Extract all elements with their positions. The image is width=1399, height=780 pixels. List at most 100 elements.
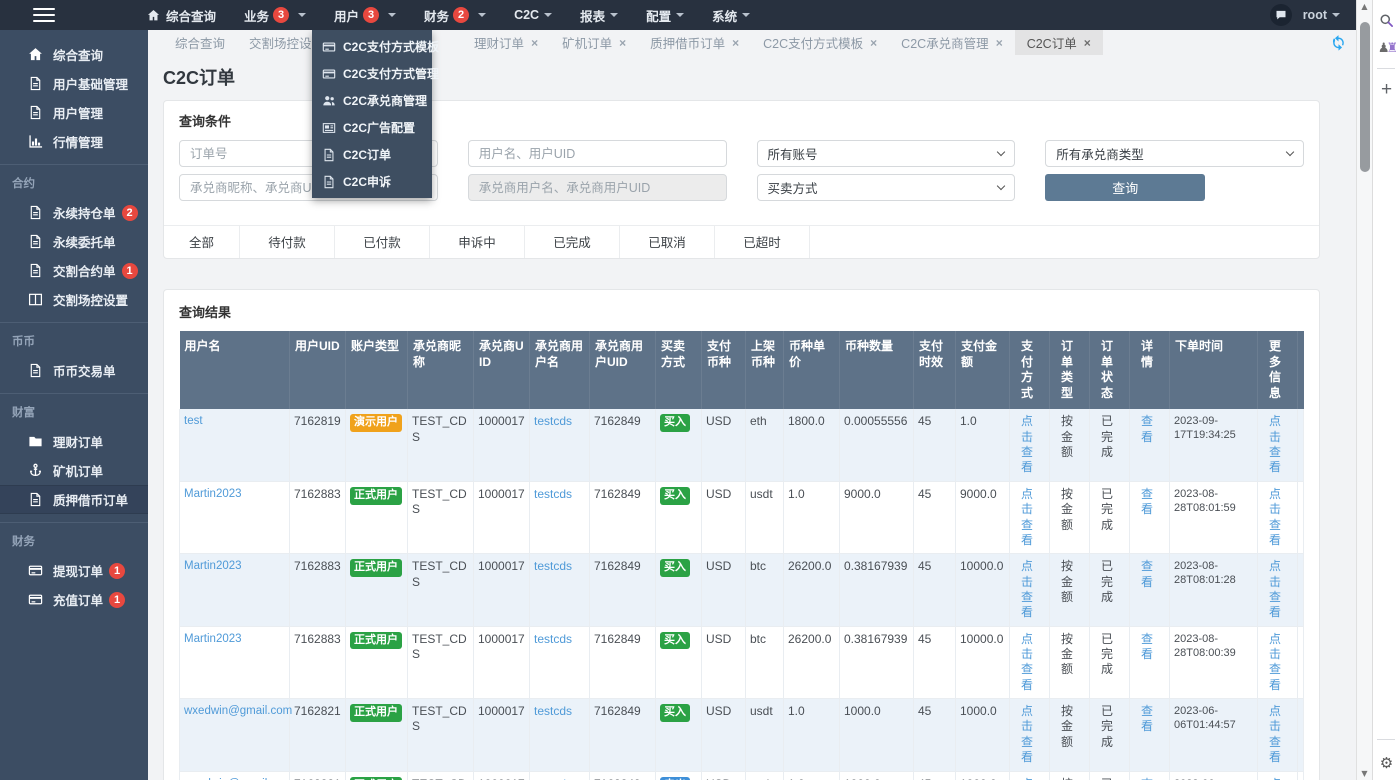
menu-toggle-icon[interactable]	[33, 4, 55, 26]
link-username[interactable]: test	[184, 415, 203, 427]
close-tab-icon[interactable]: ×	[1084, 37, 1091, 49]
link-pay_method[interactable]: 点击查看	[1021, 414, 1033, 474]
nav-item-reports[interactable]: 报表	[566, 0, 632, 30]
cell-unit_price: 1800.0	[783, 409, 840, 482]
link-detail[interactable]: 查看	[1141, 704, 1153, 733]
sidebar-item-pledge-loan-orders[interactable]: 质押借币订单	[0, 485, 148, 514]
search-button[interactable]: 查询	[1045, 174, 1206, 201]
status-tab-cancelled[interactable]: 已取消	[620, 226, 715, 258]
sidebar-item-delivery-control[interactable]: 交割场控设置	[0, 285, 148, 314]
menu-item-c2c-orders[interactable]: C2C订单	[312, 141, 432, 168]
status-tab-pending-payment[interactable]: 待付款	[240, 226, 335, 258]
link-username[interactable]: Martin2023	[184, 633, 242, 645]
link-more_info[interactable]: 点击查看	[1269, 559, 1281, 619]
sidebar-item-market-mgmt[interactable]: 行情管理	[0, 127, 148, 156]
nav-item-finance[interactable]: 财务 2	[410, 0, 500, 30]
link-more_info[interactable]: 点击查看	[1269, 632, 1281, 692]
sidebar-item-overview[interactable]: 综合查询	[0, 40, 148, 69]
sidebar-item-perpetual-positions[interactable]: 永续持仓单 2	[0, 198, 148, 227]
sidebar-item-deposit-orders[interactable]: 充值订单 1	[0, 585, 148, 614]
gear-icon[interactable]: ⚙	[1373, 754, 1399, 772]
close-tab-icon[interactable]: ×	[732, 37, 739, 49]
user-input[interactable]	[467, 140, 727, 167]
link-detail[interactable]: 查看	[1141, 777, 1153, 780]
link-detail[interactable]: 查看	[1141, 487, 1153, 516]
link-detail[interactable]: 查看	[1141, 559, 1153, 588]
link-pay_method[interactable]: 点击查看	[1021, 559, 1033, 619]
link-more_info[interactable]: 点击查看	[1269, 777, 1281, 780]
menu-item-c2c-merchant-mgmt[interactable]: C2C承兑商管理	[312, 87, 432, 114]
nav-item-business[interactable]: 业务 3	[230, 0, 320, 30]
link-pay_method[interactable]: 点击查看	[1021, 632, 1033, 692]
tab-c2c-payment-template[interactable]: C2C支付方式模板 ×	[751, 30, 889, 55]
user-menu[interactable]: root	[1303, 8, 1340, 22]
nav-item-system[interactable]: 系统	[698, 0, 764, 30]
nav-item-overview[interactable]: 综合查询	[133, 0, 230, 30]
add-icon[interactable]: +	[1373, 75, 1399, 103]
link-username[interactable]: wxedwin@gmail.com	[184, 705, 292, 717]
scrollbar[interactable]: ▲ ▼	[1356, 0, 1372, 780]
scrollbar-thumb[interactable]	[1360, 22, 1370, 172]
link-detail[interactable]: 查看	[1141, 632, 1153, 661]
link-merchant_username[interactable]: testcds	[534, 414, 572, 428]
menu-item-c2c-payment-mgmt[interactable]: C2C支付方式管理	[312, 60, 439, 87]
sidebar-item-user-mgmt[interactable]: 用户管理	[0, 98, 148, 127]
link-pay_method[interactable]: 点击查看	[1021, 704, 1033, 764]
side-select[interactable]: 买卖方式	[756, 174, 1016, 201]
menu-item-c2c-appeal[interactable]: C2C申诉	[312, 168, 432, 195]
link-merchant_username[interactable]: testcds	[534, 559, 572, 573]
link-username[interactable]: Martin2023	[184, 560, 242, 572]
link-merchant_username[interactable]: testcds	[534, 487, 572, 501]
sidebar-item-withdraw-orders[interactable]: 提现订单 1	[0, 556, 148, 585]
account-select[interactable]: 所有账号	[756, 140, 1016, 167]
scroll-down-icon[interactable]: ▼	[1357, 769, 1372, 778]
tab-c2c-orders[interactable]: C2C订单 ×	[1014, 30, 1103, 55]
table-row: wxedwin@gmail.com7162821正式用户TEST_CDS1000…	[179, 698, 1304, 772]
sidebar-item-wealth-orders[interactable]: 理财订单	[0, 427, 148, 456]
scroll-up-icon[interactable]: ▲	[1357, 2, 1372, 11]
link-merchant_username[interactable]: testcds	[534, 704, 572, 718]
file-icon	[322, 175, 336, 189]
search-icon[interactable]	[1373, 6, 1399, 34]
status-tab-appealing[interactable]: 申诉中	[430, 226, 525, 258]
tab-wealth-orders[interactable]: 理财订单 ×	[462, 30, 550, 55]
refresh-icon[interactable]	[1330, 34, 1347, 51]
chess-extension-icon[interactable]: ♟♜	[1373, 34, 1399, 62]
menu-item-c2c-payment-template[interactable]: C2C支付方式模板	[312, 33, 439, 60]
sidebar-item-miner-orders[interactable]: 矿机订单	[0, 456, 148, 485]
messages-icon[interactable]	[1269, 4, 1292, 26]
link-more_info[interactable]: 点击查看	[1269, 414, 1281, 474]
close-tab-icon[interactable]: ×	[531, 37, 538, 49]
status-tab-timeout[interactable]: 已超时	[715, 226, 810, 258]
link-username[interactable]: Martin2023	[184, 488, 242, 500]
link-more_info[interactable]: 点击查看	[1269, 487, 1281, 547]
link-detail[interactable]: 查看	[1141, 414, 1153, 443]
close-tab-icon[interactable]: ×	[996, 37, 1003, 49]
sidebar-item-perpetual-orders[interactable]: 永续委托单	[0, 227, 148, 256]
tab-miner-orders[interactable]: 矿机订单 ×	[550, 30, 638, 55]
nav-item-config[interactable]: 配置	[632, 0, 698, 30]
link-pay_method[interactable]: 点击查看	[1021, 777, 1033, 780]
sidebar-item-delivery-contracts[interactable]: 交割合约单 1	[0, 256, 148, 285]
close-tab-icon[interactable]: ×	[870, 37, 877, 49]
tab-pledge-loan-orders[interactable]: 质押借币订单 ×	[638, 30, 751, 55]
status-tab-all[interactable]: 全部	[164, 226, 240, 258]
menu-item-c2c-ad-config[interactable]: C2C广告配置	[312, 114, 432, 141]
merchant-user-input[interactable]	[467, 174, 727, 201]
nav-item-c2c[interactable]: C2C	[500, 0, 566, 30]
close-tab-icon[interactable]: ×	[619, 37, 626, 49]
sidebar-item-spot-trades[interactable]: 币币交易单	[0, 356, 148, 385]
cell-side: 买入	[655, 553, 702, 627]
sidebar-group-label: 财富	[12, 407, 35, 419]
nav-item-users[interactable]: 用户 3	[320, 0, 410, 30]
link-more_info[interactable]: 点击查看	[1269, 704, 1281, 764]
link-merchant_username[interactable]: testcds	[534, 777, 572, 780]
merchant-type-select[interactable]: 所有承兑商类型	[1045, 140, 1304, 167]
link-merchant_username[interactable]: testcds	[534, 632, 572, 646]
status-tab-paid[interactable]: 已付款	[335, 226, 430, 258]
link-pay_method[interactable]: 点击查看	[1021, 487, 1033, 547]
sidebar-item-user-base-mgmt[interactable]: 用户基础管理	[0, 69, 148, 98]
tab-c2c-merchant-mgmt[interactable]: C2C承兑商管理 ×	[889, 30, 1015, 55]
tab-overview[interactable]: 综合查询	[163, 30, 237, 55]
status-tab-completed[interactable]: 已完成	[525, 226, 620, 258]
